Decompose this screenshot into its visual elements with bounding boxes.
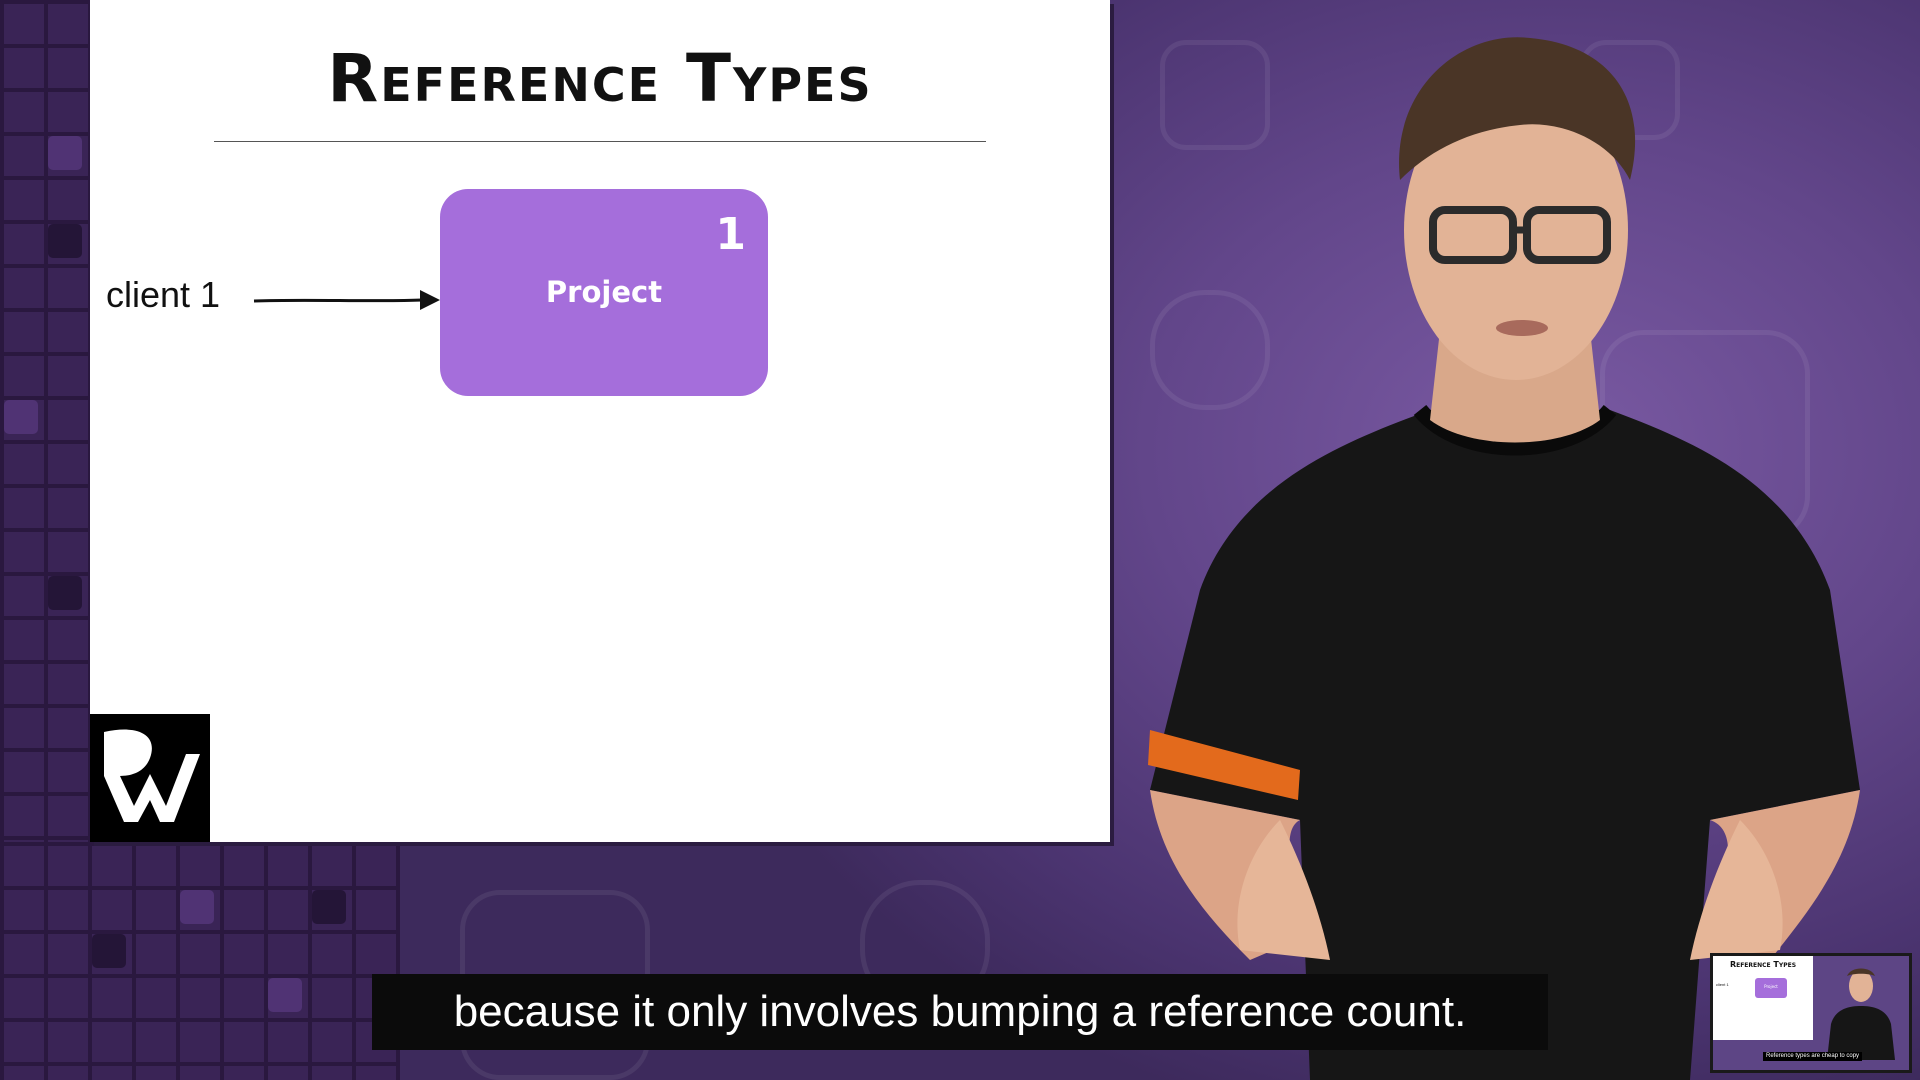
project-label: Project [545,275,663,309]
slide-title: Reference Types [327,40,873,117]
pip-slide-title: Reference Types [1729,960,1797,969]
picture-in-picture-preview[interactable]: Reference Types client 1 Project Referen… [1710,953,1912,1073]
client-label: client 1 [106,274,221,315]
video-frame: Reference Types client 1 1 Project becau… [0,0,1920,1080]
presenter-video [1148,37,1860,1080]
backdrop-tile [180,890,214,924]
presentation-slide: Reference Types client 1 1 Project [90,0,1110,842]
backdrop-tile [48,136,82,170]
pip-presenter [1827,968,1895,1060]
pip-client-label: client 1 [1716,982,1729,987]
backdrop-tile [268,978,302,1012]
pip-caption: Reference types are cheap to copy [1763,1052,1863,1061]
reference-count-badge: 1 [715,209,746,260]
title-divider [214,141,986,142]
backdrop-tiles-bottom [0,842,400,1080]
pip-project-box: Project [1755,978,1787,998]
pip-slide: Reference Types client 1 Project [1713,956,1813,1040]
pip-project-label: Project [1764,984,1778,989]
reference-arrow [253,290,440,310]
backdrop-tile [4,400,38,434]
project-object-box: 1 Project [440,189,768,396]
backdrop-tile [312,890,346,924]
rw-logo [90,714,210,842]
subtitle-caption: because it only involves bumping a refer… [372,974,1548,1050]
backdrop-tile [92,934,126,968]
backdrop-tile [48,576,82,610]
backdrop-tile [48,224,82,258]
